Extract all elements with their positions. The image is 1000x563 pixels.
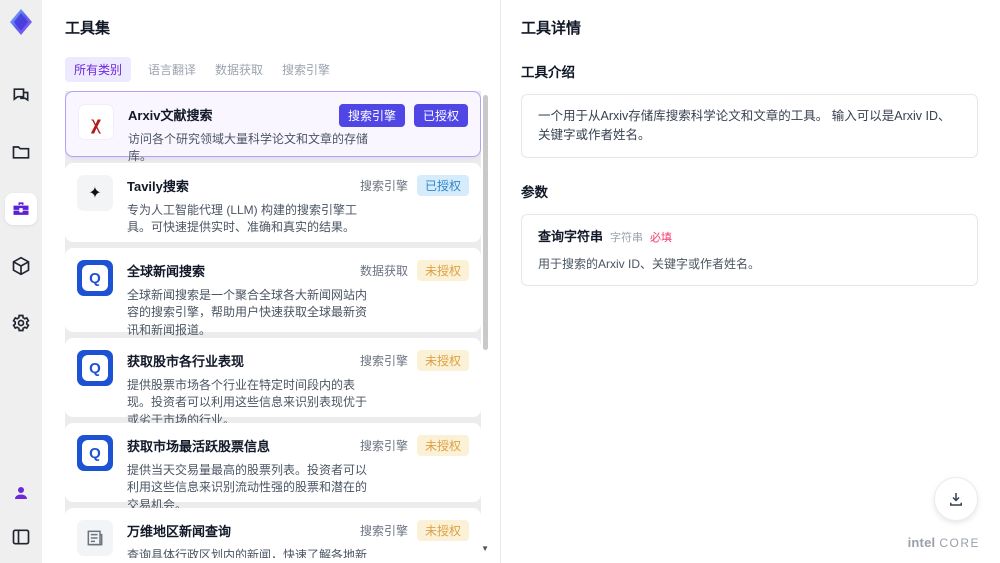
tool-description: 提供当天交易量最高的股票列表。投资者可以利用这些信息来识别流动性强的股票和潜在的… bbox=[127, 463, 368, 512]
tool-title: 获取股市各行业表现 bbox=[127, 354, 245, 369]
folder-icon[interactable] bbox=[5, 136, 37, 168]
user-avatar-icon[interactable] bbox=[5, 477, 37, 509]
tool-description: 访问各个研究领域大量科学论文和文章的存储库。 bbox=[128, 132, 369, 164]
download-icon bbox=[950, 493, 962, 506]
tool-title: 万维地区新闻查询 bbox=[127, 524, 232, 539]
intro-text: 一个用于从Arxiv存储库搜索科学论文和文章的工具。 输入可以是Arxiv ID… bbox=[538, 109, 951, 142]
tab-search-engine[interactable]: 搜索引擎 bbox=[280, 57, 332, 82]
category-tabs: 所有类别 语言翻译 数据获取 搜索引擎 bbox=[65, 57, 500, 82]
list-scrollbar-thumb[interactable] bbox=[483, 95, 488, 350]
param-required-flag: 必填 bbox=[650, 231, 673, 244]
tool-card-tavily[interactable]: ✦ Tavily搜索 专为人工智能代理 (LLM) 构建的搜索引擎工具。可快速提… bbox=[65, 163, 481, 242]
toolbox-icon[interactable] bbox=[5, 193, 37, 225]
tavily-star-icon: ✦ bbox=[77, 175, 113, 211]
tool-category-label: 搜索引擎 bbox=[359, 354, 408, 368]
cube-icon[interactable] bbox=[5, 250, 37, 282]
tool-card-sector-performance[interactable]: Q 获取股市各行业表现 提供股票市场各个行业在特定时间段内的表现。投资者可以利用… bbox=[65, 338, 481, 427]
param-description: 用于搜索的Arxiv ID、关键字或作者姓名。 bbox=[538, 257, 761, 271]
page-title: 工具集 bbox=[65, 20, 111, 37]
tool-description: 提供股票市场各个行业在特定时间段内的表现。投资者可以利用这些信息来识别表现优于或… bbox=[127, 378, 368, 427]
tool-status-badge: 已授权 bbox=[416, 175, 469, 196]
icon-rail bbox=[0, 0, 42, 563]
tool-status-badge: 未授权 bbox=[416, 435, 469, 456]
params-section-title: 参数 bbox=[521, 184, 548, 200]
app-logo-icon[interactable] bbox=[6, 7, 36, 37]
chat-icon[interactable] bbox=[5, 79, 37, 111]
tool-category-label: 搜索引擎 bbox=[359, 439, 408, 453]
intel-core-logo: intel core bbox=[907, 535, 980, 550]
tool-card-arxiv[interactable]: χ Arxiv文献搜索 访问各个研究领域大量科学论文和文章的存储库。 搜索引擎 … bbox=[65, 91, 481, 163]
tool-category-badge: 搜索引擎 bbox=[338, 104, 405, 127]
intro-box: 一个用于从Arxiv存储库搜索科学论文和文章的工具。 输入可以是Arxiv ID… bbox=[521, 94, 978, 158]
param-box: 查询字符串 字符串 必填 用于搜索的Arxiv ID、关键字或作者姓名。 bbox=[521, 213, 978, 286]
tool-description: 专为人工智能代理 (LLM) 构建的搜索引擎工具。可快速提供实时、准确和真实的结… bbox=[127, 203, 358, 235]
tab-language-translation[interactable]: 语言翻译 bbox=[146, 57, 198, 82]
newspaper-icon bbox=[77, 520, 113, 556]
tool-description: 查询具体行政区划内的新闻，快速了解各地新闻动 bbox=[127, 548, 368, 558]
settings-gear-icon[interactable] bbox=[5, 307, 37, 339]
tab-all-categories[interactable]: 所有类别 bbox=[65, 57, 132, 82]
tool-details-panel: 工具详情 工具介绍 一个用于从Arxiv存储库搜索科学论文和文章的工具。 输入可… bbox=[500, 0, 1000, 563]
tool-title: 全球新闻搜索 bbox=[127, 264, 206, 279]
tool-title: 获取市场最活跃股票信息 bbox=[127, 439, 271, 454]
param-type: 字符串 bbox=[610, 231, 644, 244]
arxiv-logo-icon: χ bbox=[78, 104, 114, 140]
tool-status-badge: 已授权 bbox=[413, 104, 468, 127]
tool-title: Tavily搜索 bbox=[127, 179, 189, 194]
tool-category-label: 搜索引擎 bbox=[359, 524, 408, 538]
tool-category-label: 搜索引擎 bbox=[359, 179, 408, 193]
tool-category-label: 数据获取 bbox=[359, 264, 408, 278]
stock-tool-logo-icon: Q bbox=[77, 435, 113, 471]
param-name: 查询字符串 bbox=[538, 228, 604, 244]
tool-status-badge: 未授权 bbox=[416, 350, 469, 371]
tool-title: Arxiv文献搜索 bbox=[128, 108, 213, 123]
stock-tool-logo-icon: Q bbox=[77, 350, 113, 386]
news-search-logo-icon: Q bbox=[77, 260, 113, 296]
panel-toggle-icon[interactable] bbox=[5, 521, 37, 553]
tool-status-badge: 未授权 bbox=[416, 520, 469, 541]
tab-data-fetching[interactable]: 数据获取 bbox=[213, 57, 265, 82]
tool-list: χ Arxiv文献搜索 访问各个研究领域大量科学论文和文章的存储库。 搜索引擎 … bbox=[65, 91, 481, 558]
tool-card-global-news[interactable]: Q 全球新闻搜索 全球新闻搜索是一个聚合全球各大新闻网站内容的搜索引擎，帮助用户… bbox=[65, 248, 481, 337]
tool-status-badge: 未授权 bbox=[416, 260, 469, 281]
scroll-down-arrow-icon[interactable]: ▼ bbox=[481, 544, 489, 553]
download-button[interactable] bbox=[934, 477, 978, 521]
intro-section-title: 工具介绍 bbox=[521, 65, 575, 80]
tool-description: 全球新闻搜索是一个聚合全球各大新闻网站内容的搜索引擎，帮助用户快速获取全球最新资… bbox=[127, 288, 368, 337]
app-window: 工具集 所有类别 语言翻译 数据获取 搜索引擎 χ Arxiv文献搜索 访问各个… bbox=[0, 0, 1000, 563]
tools-list-panel: 工具集 所有类别 语言翻译 数据获取 搜索引擎 χ Arxiv文献搜索 访问各个… bbox=[42, 0, 500, 563]
tool-card-active-stocks[interactable]: Q 获取市场最活跃股票信息 提供当天交易量最高的股票列表。投资者可以利用这些信息… bbox=[65, 423, 481, 512]
details-title: 工具详情 bbox=[521, 20, 582, 37]
tool-card-regional-news[interactable]: 万维地区新闻查询 查询具体行政区划内的新闻，快速了解各地新闻动 搜索引擎 未授权 bbox=[65, 508, 481, 558]
